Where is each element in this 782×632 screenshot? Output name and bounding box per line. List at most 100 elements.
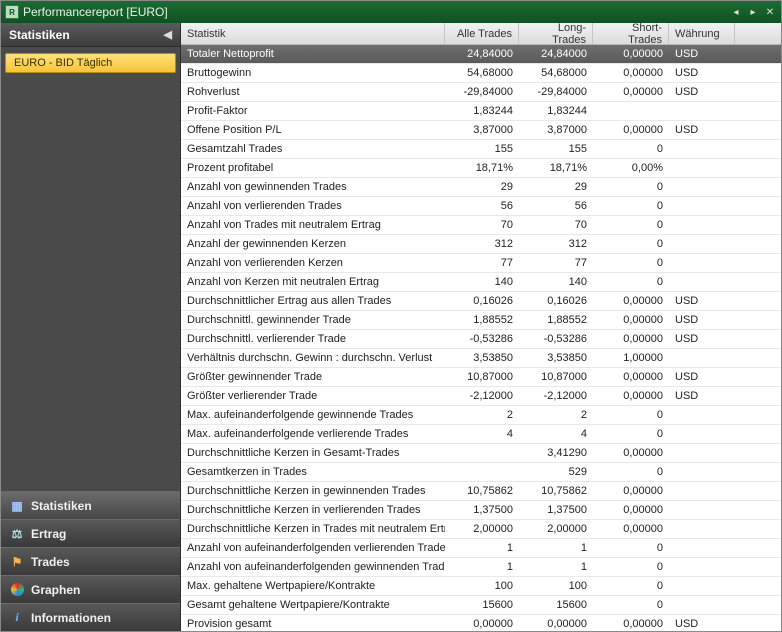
cell-long: 0,16026 <box>519 295 593 307</box>
cell-stat: Anzahl von verlierenden Kerzen <box>181 257 445 269</box>
table-row[interactable]: Durchschnittliche Kerzen in gewinnenden … <box>181 482 781 501</box>
cell-short: 0 <box>593 561 669 573</box>
nav-trades[interactable]: ⚑ Trades <box>1 547 180 575</box>
tree-item-euro-bid[interactable]: EURO - BID Täglich <box>5 53 176 73</box>
cell-stat: Verhältnis durchschn. Gewinn : durchschn… <box>181 352 445 364</box>
cell-currency: USD <box>669 371 735 383</box>
table-body[interactable]: Totaler Nettoprofit24,8400024,840000,000… <box>181 45 781 631</box>
cell-short: 0,00% <box>593 162 669 174</box>
col-header-short-trades[interactable]: Short-Trades <box>593 23 669 44</box>
table-row[interactable]: Provision gesamt0,000000,000000,00000USD <box>181 615 781 631</box>
cell-short: 0 <box>593 276 669 288</box>
table-row[interactable]: Durchschnittliche Kerzen in verlierenden… <box>181 501 781 520</box>
table-row[interactable]: Verhältnis durchschn. Gewinn : durchschn… <box>181 349 781 368</box>
table-row[interactable]: Anzahl von verlierenden Trades56560 <box>181 197 781 216</box>
chevron-right-icon[interactable]: ▸ <box>746 6 760 18</box>
cell-all: 24,84000 <box>445 48 519 60</box>
cell-all: 1,88552 <box>445 314 519 326</box>
collapse-sidebar-icon[interactable]: ◀ <box>164 28 172 41</box>
table-row[interactable]: Anzahl von aufeinanderfolgenden verliere… <box>181 539 781 558</box>
col-header-long-trades[interactable]: Long-Trades <box>519 23 593 44</box>
table-row[interactable]: Gesamt gehaltene Wertpapiere/Kontrakte15… <box>181 596 781 615</box>
cell-short: 0,00000 <box>593 48 669 60</box>
sidebar-header: Statistiken ◀ <box>1 23 180 47</box>
cell-stat: Anzahl von gewinnenden Trades <box>181 181 445 193</box>
cell-stat: Offene Position P/L <box>181 124 445 136</box>
table-row[interactable]: Prozent profitabel18,71%18,71%0,00% <box>181 159 781 178</box>
table-row[interactable]: Durchschnittl. gewinnender Trade1,885521… <box>181 311 781 330</box>
nav-ertrag[interactable]: ⚖ Ertrag <box>1 519 180 547</box>
table-row[interactable]: Durchschnittliche Kerzen in Trades mit n… <box>181 520 781 539</box>
nav-label: Ertrag <box>31 527 66 541</box>
table-row[interactable]: Offene Position P/L3,870003,870000,00000… <box>181 121 781 140</box>
col-header-alle-trades[interactable]: Alle Trades <box>445 23 519 44</box>
cell-long: 155 <box>519 143 593 155</box>
table-row[interactable]: Anzahl der gewinnenden Kerzen3123120 <box>181 235 781 254</box>
table-row[interactable]: Größter gewinnender Trade10,8700010,8700… <box>181 368 781 387</box>
cell-long: 2,00000 <box>519 523 593 535</box>
close-icon[interactable]: ✕ <box>763 6 777 18</box>
cell-stat: Max. aufeinanderfolgende verlierende Tra… <box>181 428 445 440</box>
table-header: Statistik Alle Trades Long-Trades Short-… <box>181 23 781 45</box>
cell-stat: Gesamt gehaltene Wertpapiere/Kontrakte <box>181 599 445 611</box>
cell-short: 0 <box>593 181 669 193</box>
cell-all: 2 <box>445 409 519 421</box>
table-row[interactable]: Max. aufeinanderfolgende gewinnende Trad… <box>181 406 781 425</box>
cell-stat: Durchschnittl. verlierender Trade <box>181 333 445 345</box>
cell-stat: Gesamtzahl Trades <box>181 143 445 155</box>
cell-stat: Anzahl von aufeinanderfolgenden gewinnen… <box>181 561 445 573</box>
cell-short: 0,00000 <box>593 618 669 630</box>
table-row[interactable]: Gesamtzahl Trades1551550 <box>181 140 781 159</box>
nav-statistiken[interactable]: ▦ Statistiken <box>1 491 180 519</box>
cell-stat: Anzahl von aufeinanderfolgenden verliere… <box>181 542 445 554</box>
cell-stat: Totaler Nettoprofit <box>181 48 445 60</box>
cell-long: 0,00000 <box>519 618 593 630</box>
table-row[interactable]: Max. gehaltene Wertpapiere/Kontrakte1001… <box>181 577 781 596</box>
table-row[interactable]: Größter verlierender Trade-2,12000-2,120… <box>181 387 781 406</box>
cell-all: 2,00000 <box>445 523 519 535</box>
nav-label: Graphen <box>31 583 80 597</box>
cell-short: 0 <box>593 238 669 250</box>
nav-informationen[interactable]: i Informationen <box>1 603 180 631</box>
chevron-left-icon[interactable]: ◂ <box>729 6 743 18</box>
cell-stat: Prozent profitabel <box>181 162 445 174</box>
table-row[interactable]: Profit-Faktor1,832441,83244 <box>181 102 781 121</box>
cell-long: 312 <box>519 238 593 250</box>
cell-long: 1,88552 <box>519 314 593 326</box>
nav-label: Trades <box>31 555 70 569</box>
cell-all: -29,84000 <box>445 86 519 98</box>
table-row[interactable]: Anzahl von Kerzen mit neutralen Ertrag14… <box>181 273 781 292</box>
cell-stat: Max. aufeinanderfolgende gewinnende Trad… <box>181 409 445 421</box>
nav-graphen[interactable]: Graphen <box>1 575 180 603</box>
table-row[interactable]: Gesamtkerzen in Trades5290 <box>181 463 781 482</box>
table-row[interactable]: Rohverlust-29,84000-29,840000,00000USD <box>181 83 781 102</box>
table-row[interactable]: Durchschnittlicher Ertrag aus allen Trad… <box>181 292 781 311</box>
cell-long: 29 <box>519 181 593 193</box>
cell-long: -0,53286 <box>519 333 593 345</box>
table-row[interactable]: Anzahl von verlierenden Kerzen77770 <box>181 254 781 273</box>
cell-short: 0,00000 <box>593 333 669 345</box>
cell-all: 70 <box>445 219 519 231</box>
cell-all: 56 <box>445 200 519 212</box>
cell-stat: Durchschnittl. gewinnender Trade <box>181 314 445 326</box>
cell-all: 0,16026 <box>445 295 519 307</box>
table-row[interactable]: Max. aufeinanderfolgende verlierende Tra… <box>181 425 781 444</box>
table-row[interactable]: Anzahl von aufeinanderfolgenden gewinnen… <box>181 558 781 577</box>
table-row[interactable]: Anzahl von Trades mit neutralem Ertrag70… <box>181 216 781 235</box>
table-row[interactable]: Totaler Nettoprofit24,8400024,840000,000… <box>181 45 781 64</box>
table-row[interactable]: Durchschnittl. verlierender Trade -0,5328… <box>181 330 781 349</box>
cell-all: 155 <box>445 143 519 155</box>
sidebar: Statistiken ◀ EURO - BID Täglich ▦ Stati… <box>1 23 181 631</box>
col-header-waehrung[interactable]: Währung <box>669 23 735 44</box>
cell-long: 15600 <box>519 599 593 611</box>
cell-short: 0 <box>593 219 669 231</box>
table-row[interactable]: Durchschnittliche Kerzen in Gesamt-Trade… <box>181 444 781 463</box>
titlebar[interactable]: R Performancereport [EURO] ◂ ▸ ✕ <box>1 1 781 23</box>
col-header-statistik[interactable]: Statistik <box>181 23 445 44</box>
cell-stat: Durchschnittliche Kerzen in verlierenden… <box>181 504 445 516</box>
pie-chart-icon <box>9 582 25 598</box>
cell-all: 15600 <box>445 599 519 611</box>
table-row[interactable]: Bruttogewinn54,6800054,680000,00000USD <box>181 64 781 83</box>
table-row[interactable]: Anzahl von gewinnenden Trades29290 <box>181 178 781 197</box>
sidebar-nav: ▦ Statistiken ⚖ Ertrag ⚑ Trades Graphen … <box>1 491 180 631</box>
